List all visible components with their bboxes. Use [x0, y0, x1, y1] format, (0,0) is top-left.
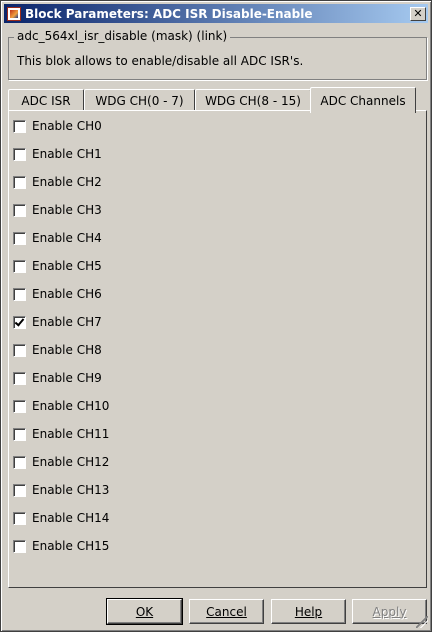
checkbox-label: Enable CH10	[32, 399, 110, 413]
title-bar[interactable]: Block Parameters: ADC ISR Disable-Enable…	[4, 4, 428, 23]
help-label: Help	[294, 604, 323, 619]
checkbox[interactable]	[13, 371, 26, 385]
checkbox[interactable]	[13, 343, 26, 357]
adc-channels-panel: Enable CH0 Enable CH1 Enable CH2 Enable CH3…	[8, 110, 427, 588]
channel-checkbox-row[interactable]: Enable CH5	[13, 258, 102, 274]
checkbox[interactable]	[13, 231, 26, 245]
window-title: Block Parameters: ADC ISR Disable-Enable	[25, 6, 313, 21]
channel-checkbox-row[interactable]: Enable CH6	[13, 286, 102, 302]
checkbox-label: Enable CH13	[32, 483, 110, 497]
channel-checkbox-row[interactable]: Enable CH14	[13, 510, 109, 526]
tab-strip: ADC ISR WDG CH(0 - 7) WDG CH(8 - 15) ADC…	[8, 87, 428, 113]
ok-button[interactable]: OK	[106, 598, 183, 625]
checkbox-label: Enable CH7	[32, 315, 102, 329]
checkbox-label: Enable CH3	[32, 203, 102, 217]
block-parameters-dialog: Block Parameters: ADC ISR Disable-Enable…	[0, 0, 432, 632]
cancel-button[interactable]: Cancel	[189, 599, 264, 624]
channel-checkbox-row[interactable]: Enable CH7	[13, 314, 102, 330]
checkbox-label: Enable CH4	[32, 231, 102, 245]
mask-description-text: This blok allows to enable/disable all A…	[17, 54, 304, 68]
channel-checkbox-row[interactable]: Enable CH9	[13, 370, 102, 386]
checkbox-label: Enable CH8	[32, 343, 102, 357]
help-button[interactable]: Help	[271, 599, 346, 624]
checkbox-label: Enable CH15	[32, 539, 110, 553]
cancel-label: Cancel	[206, 604, 247, 619]
checkbox[interactable]	[13, 147, 26, 161]
checkbox[interactable]	[13, 399, 26, 413]
checkbox[interactable]	[13, 119, 26, 133]
ok-label: OK	[135, 604, 154, 619]
checkbox[interactable]	[13, 287, 26, 301]
checkbox-label: Enable CH5	[32, 259, 102, 273]
tab-adc-isr[interactable]: ADC ISR	[8, 89, 84, 111]
channel-checkbox-row[interactable]: Enable CH4	[13, 230, 102, 246]
channel-checkbox-row[interactable]: Enable CH3	[13, 202, 102, 218]
checkbox-label: Enable CH2	[32, 175, 102, 189]
channel-checkbox-row[interactable]: Enable CH10	[13, 398, 109, 414]
checkbox-label: Enable CH12	[32, 455, 110, 469]
checkbox[interactable]	[13, 455, 26, 469]
channel-checkbox-row[interactable]: Enable CH2	[13, 174, 102, 190]
close-button[interactable]: ✕	[410, 6, 426, 21]
channel-list[interactable]: Enable CH0 Enable CH1 Enable CH2 Enable CH3…	[10, 112, 420, 582]
tab-wdg-ch-8-15[interactable]: WDG CH(8 - 15)	[195, 89, 311, 111]
channel-checkbox-row[interactable]: Enable CH13	[13, 482, 109, 498]
checkbox[interactable]	[13, 511, 26, 525]
checkbox[interactable]	[13, 483, 26, 497]
tab-adc-channels[interactable]: ADC Channels	[310, 87, 416, 113]
checkbox[interactable]	[13, 175, 26, 189]
checkbox[interactable]	[13, 259, 26, 273]
checkbox[interactable]	[13, 427, 26, 441]
channel-checkbox-row[interactable]: Enable CH15	[13, 538, 109, 554]
simulink-app-icon	[7, 6, 21, 21]
checkbox-label: Enable CH6	[32, 287, 102, 301]
tab-wdg-ch-0-7[interactable]: WDG CH(0 - 7)	[84, 89, 195, 111]
channel-checkbox-row[interactable]: Enable CH8	[13, 342, 102, 358]
checkbox[interactable]	[13, 203, 26, 217]
checkbox-label: Enable CH14	[32, 511, 110, 525]
mask-group-legend: adc_564xl_isr_disable (mask) (link)	[14, 29, 231, 43]
channel-checkbox-row[interactable]: Enable CH11	[13, 426, 109, 442]
mask-description-group: adc_564xl_isr_disable (mask) (link) This…	[8, 29, 427, 80]
tab-label: ADC Channels	[320, 93, 406, 108]
tab-label: WDG CH(0 - 7)	[95, 93, 184, 108]
close-icon: ✕	[413, 7, 423, 20]
checkbox-label: Enable CH11	[32, 427, 110, 441]
apply-label: Apply	[372, 604, 407, 619]
checkbox-label: Enable CH0	[32, 119, 102, 133]
checkbox[interactable]	[13, 539, 26, 553]
channel-checkbox-row[interactable]: Enable CH1	[13, 146, 102, 162]
channel-checkbox-row[interactable]: Enable CH0	[13, 118, 102, 134]
channel-checkbox-row[interactable]: Enable CH12	[13, 454, 109, 470]
tab-label: WDG CH(8 - 15)	[205, 93, 301, 108]
checkbox[interactable]	[13, 315, 26, 329]
checkbox-label: Enable CH9	[32, 371, 102, 385]
tab-label: ADC ISR	[21, 93, 71, 108]
resize-grip[interactable]	[416, 616, 428, 628]
checkbox-label: Enable CH1	[32, 147, 102, 161]
